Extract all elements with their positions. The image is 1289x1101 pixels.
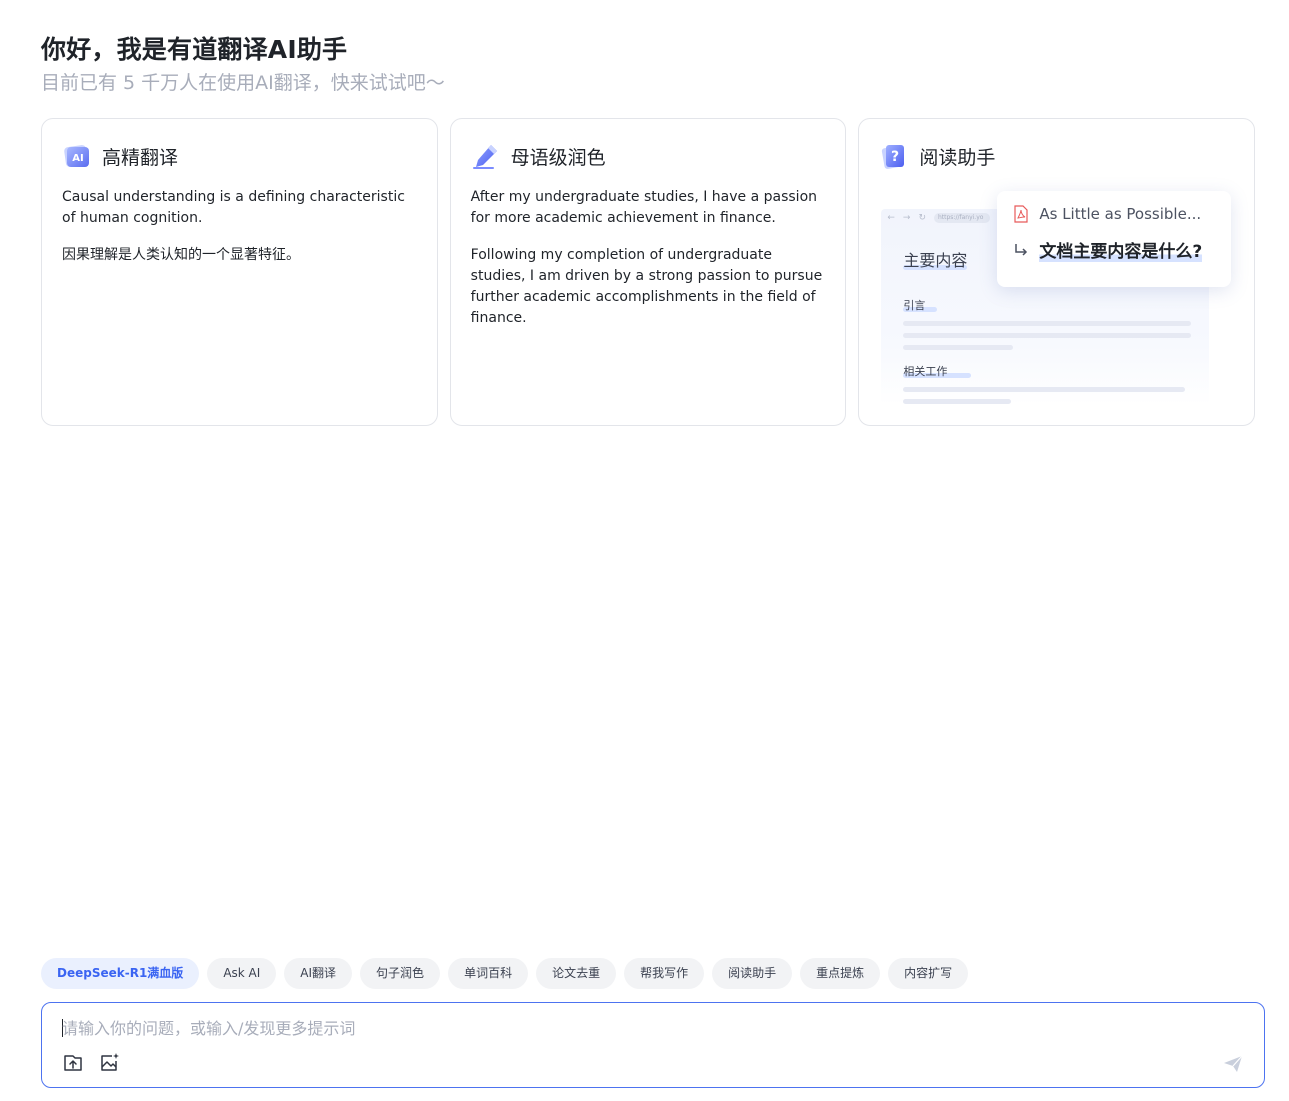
greeting: 你好，我是有道翻译AI助手 目前已有 5 千万人在使用AI翻译，快来试试吧～ — [41, 33, 445, 96]
question-popup: As Little as Possible... 文档主要内容是什么? — [997, 191, 1232, 287]
prompt-chips: DeepSeek-R1满血版 Ask AI AI翻译 句子润色 单词百科 论文去… — [41, 958, 969, 989]
chip-expand-content[interactable]: 内容扩写 — [888, 958, 969, 989]
reply-arrow-icon — [1015, 243, 1028, 256]
example-result: Following my completion of undergraduate… — [470, 247, 823, 326]
page-subtitle: 目前已有 5 千万人在使用AI翻译，快来试试吧～ — [41, 72, 445, 94]
card-body: After my undergraduate studies, I have a… — [471, 187, 826, 329]
chip-ai-translate[interactable]: AI翻译 — [284, 958, 353, 989]
refresh-icon: ↻ — [918, 213, 926, 223]
svg-text:?: ? — [891, 149, 899, 165]
card-polish[interactable]: 母语级润色 After my undergraduate studies, I … — [449, 118, 847, 426]
doc-section: 引言 — [903, 299, 926, 312]
text-line — [903, 399, 1012, 404]
pdf-icon — [1014, 205, 1028, 223]
upload-file-icon[interactable] — [62, 1052, 84, 1074]
card-title: 阅读助手 — [919, 146, 996, 169]
chip-deepseek[interactable]: DeepSeek-R1满血版 — [41, 958, 200, 989]
card-header: AI 高精翻译 — [62, 141, 417, 171]
question-book-icon: ? — [882, 145, 905, 169]
chip-reading-assistant[interactable]: 阅读助手 — [712, 958, 793, 989]
doc-section: 相关工作 — [903, 365, 948, 378]
text-line — [903, 387, 1186, 392]
chip-paper-dedup[interactable]: 论文去重 — [536, 958, 617, 989]
card-title: 母语级润色 — [510, 146, 606, 169]
back-icon: ← — [887, 213, 895, 223]
card-header: ? 阅读助手 — [879, 141, 1234, 171]
chip-key-points[interactable]: 重点提炼 — [800, 958, 881, 989]
card-translate[interactable]: AI 高精翻译 Causal understanding is a defini… — [41, 118, 438, 426]
forward-icon: → — [902, 213, 911, 223]
send-icon[interactable] — [1222, 1053, 1244, 1075]
chat-input-box — [41, 1002, 1265, 1088]
card-body: Causal understanding is a defining chara… — [62, 187, 417, 266]
card-title: 高精翻译 — [102, 146, 179, 169]
example-source: Causal understanding is a defining chara… — [62, 189, 405, 226]
chip-sentence-polish[interactable]: 句子润色 — [360, 958, 441, 989]
text-line — [903, 321, 1192, 326]
doc-heading: 主要内容 — [903, 251, 968, 270]
image-ai-icon[interactable] — [98, 1052, 120, 1074]
svg-text:AI: AI — [72, 153, 83, 164]
chip-word-wiki[interactable]: 单词百科 — [448, 958, 529, 989]
card-reading[interactable]: ? 阅读助手 ← → ↻ https://fanyi.yo 主要内容 引言 相关… — [858, 118, 1256, 426]
reading-illustration: ← → ↻ https://fanyi.yo 主要内容 引言 相关工作 As L… — [881, 191, 1253, 423]
chip-ask-ai[interactable]: Ask AI — [207, 958, 277, 989]
ai-translate-icon: AI — [64, 145, 89, 167]
example-result: 因果理解是人类认知的一个显著特征。 — [62, 247, 300, 263]
question-row: 文档主要内容是什么? — [1013, 237, 1215, 262]
doc-row: As Little as Possible... — [1013, 205, 1215, 223]
url-bar: https://fanyi.yo — [933, 213, 990, 223]
question-text: 文档主要内容是什么? — [1039, 237, 1203, 262]
feature-cards: AI 高精翻译 Causal understanding is a defini… — [41, 118, 1256, 426]
pen-icon — [472, 145, 497, 169]
text-line — [903, 345, 1014, 350]
text-line — [903, 333, 1192, 338]
page-title: 你好，我是有道翻译AI助手 — [41, 35, 348, 64]
chat-input[interactable] — [62, 1015, 1162, 1041]
example-source: After my undergraduate studies, I have a… — [470, 189, 818, 226]
chip-help-write[interactable]: 帮我写作 — [624, 958, 705, 989]
card-header: 母语级润色 — [471, 141, 826, 171]
doc-name: As Little as Possible... — [1039, 205, 1202, 223]
